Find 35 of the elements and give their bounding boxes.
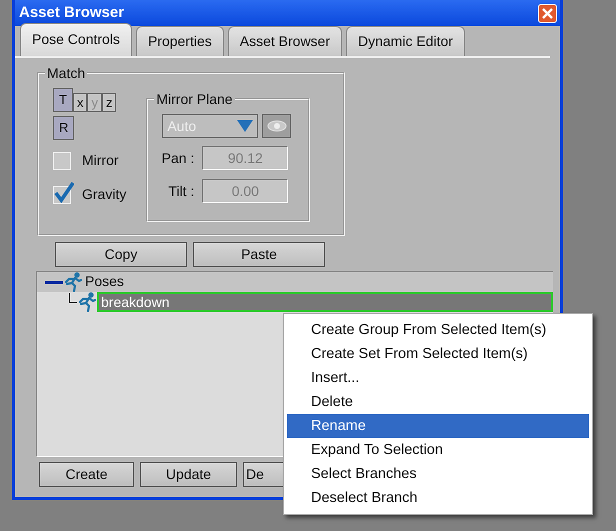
tab[interactable]: Properties [136, 26, 224, 56]
tab[interactable]: Asset Browser [228, 26, 342, 56]
close-icon [542, 8, 553, 18]
tree-item[interactable]: Poses [83, 272, 126, 292]
tab[interactable]: Pose Controls [20, 23, 132, 56]
bottom-button[interactable]: Update [140, 462, 237, 487]
axis-toggle[interactable]: z [102, 93, 116, 112]
checkbox[interactable] [53, 152, 71, 170]
tree-item[interactable]: breakdown [97, 292, 553, 312]
menu-item[interactable]: Rename [287, 414, 589, 438]
axis-toggle[interactable]: x [72, 93, 88, 112]
field-label: Pan : [160, 148, 194, 168]
eye-icon [266, 120, 287, 132]
runner-icon [77, 292, 97, 312]
menu-item[interactable]: Select Branches [287, 462, 589, 486]
close-button[interactable] [538, 4, 557, 22]
field-label: Tilt : [167, 182, 194, 200]
checkbox-label: Mirror [82, 151, 119, 170]
action-button[interactable]: Copy [55, 242, 187, 267]
menu-item[interactable]: Create Set From Selected Item(s) [287, 342, 589, 366]
dropdown-arrow-icon [237, 120, 254, 132]
tab[interactable]: Dynamic Editor [346, 26, 465, 56]
menu-item[interactable]: Expand To Selection [287, 438, 589, 462]
checkbox-label: Gravity [82, 185, 126, 204]
bottom-button[interactable]: Create [39, 462, 134, 487]
menu-item[interactable]: Insert... [287, 366, 589, 390]
window-title: Asset Browser [19, 2, 124, 23]
axis-toggle[interactable]: T [53, 88, 73, 112]
action-button[interactable]: Paste [193, 242, 325, 267]
menu-item[interactable]: Deselect Branch [287, 486, 589, 510]
menu-item[interactable]: Create Group From Selected Item(s) [287, 318, 589, 342]
rotate-toggle[interactable]: R [53, 116, 74, 140]
menu-item[interactable]: Delete [287, 390, 589, 414]
runner-icon [63, 272, 83, 292]
visibility-button[interactable] [262, 114, 292, 138]
